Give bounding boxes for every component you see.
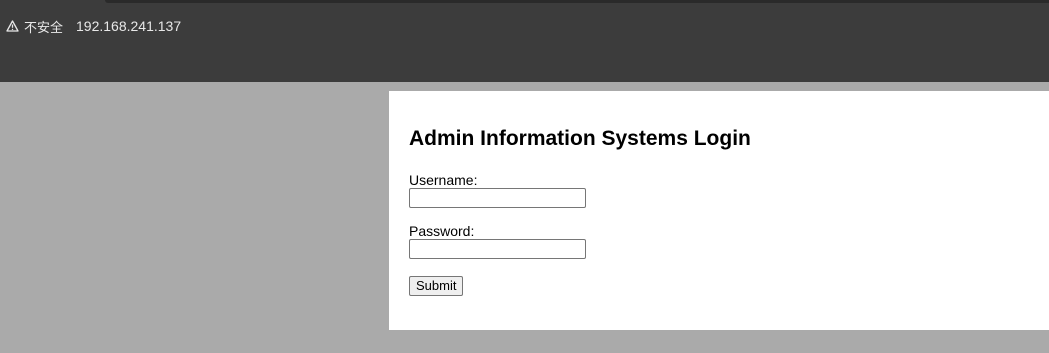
page-title: Admin Information Systems Login	[409, 127, 751, 150]
address-bar[interactable]: 不安全 192.168.241.137	[5, 16, 181, 36]
warning-triangle-icon[interactable]	[5, 19, 19, 33]
username-input[interactable]	[409, 188, 586, 208]
username-label: Username:	[409, 172, 478, 188]
password-input[interactable]	[409, 239, 586, 259]
password-label: Password:	[409, 223, 475, 239]
login-panel: Admin Information Systems Login Username…	[389, 91, 1049, 330]
url-text[interactable]: 192.168.241.137	[76, 18, 181, 34]
screen: 不安全 192.168.241.137 Admin Information Sy…	[0, 0, 1049, 353]
security-status-label[interactable]: 不安全	[24, 17, 63, 36]
browser-chrome: 不安全 192.168.241.137	[0, 0, 1049, 82]
submit-button[interactable]: Submit	[409, 276, 464, 296]
tab-strip-edge	[105, 0, 1049, 3]
